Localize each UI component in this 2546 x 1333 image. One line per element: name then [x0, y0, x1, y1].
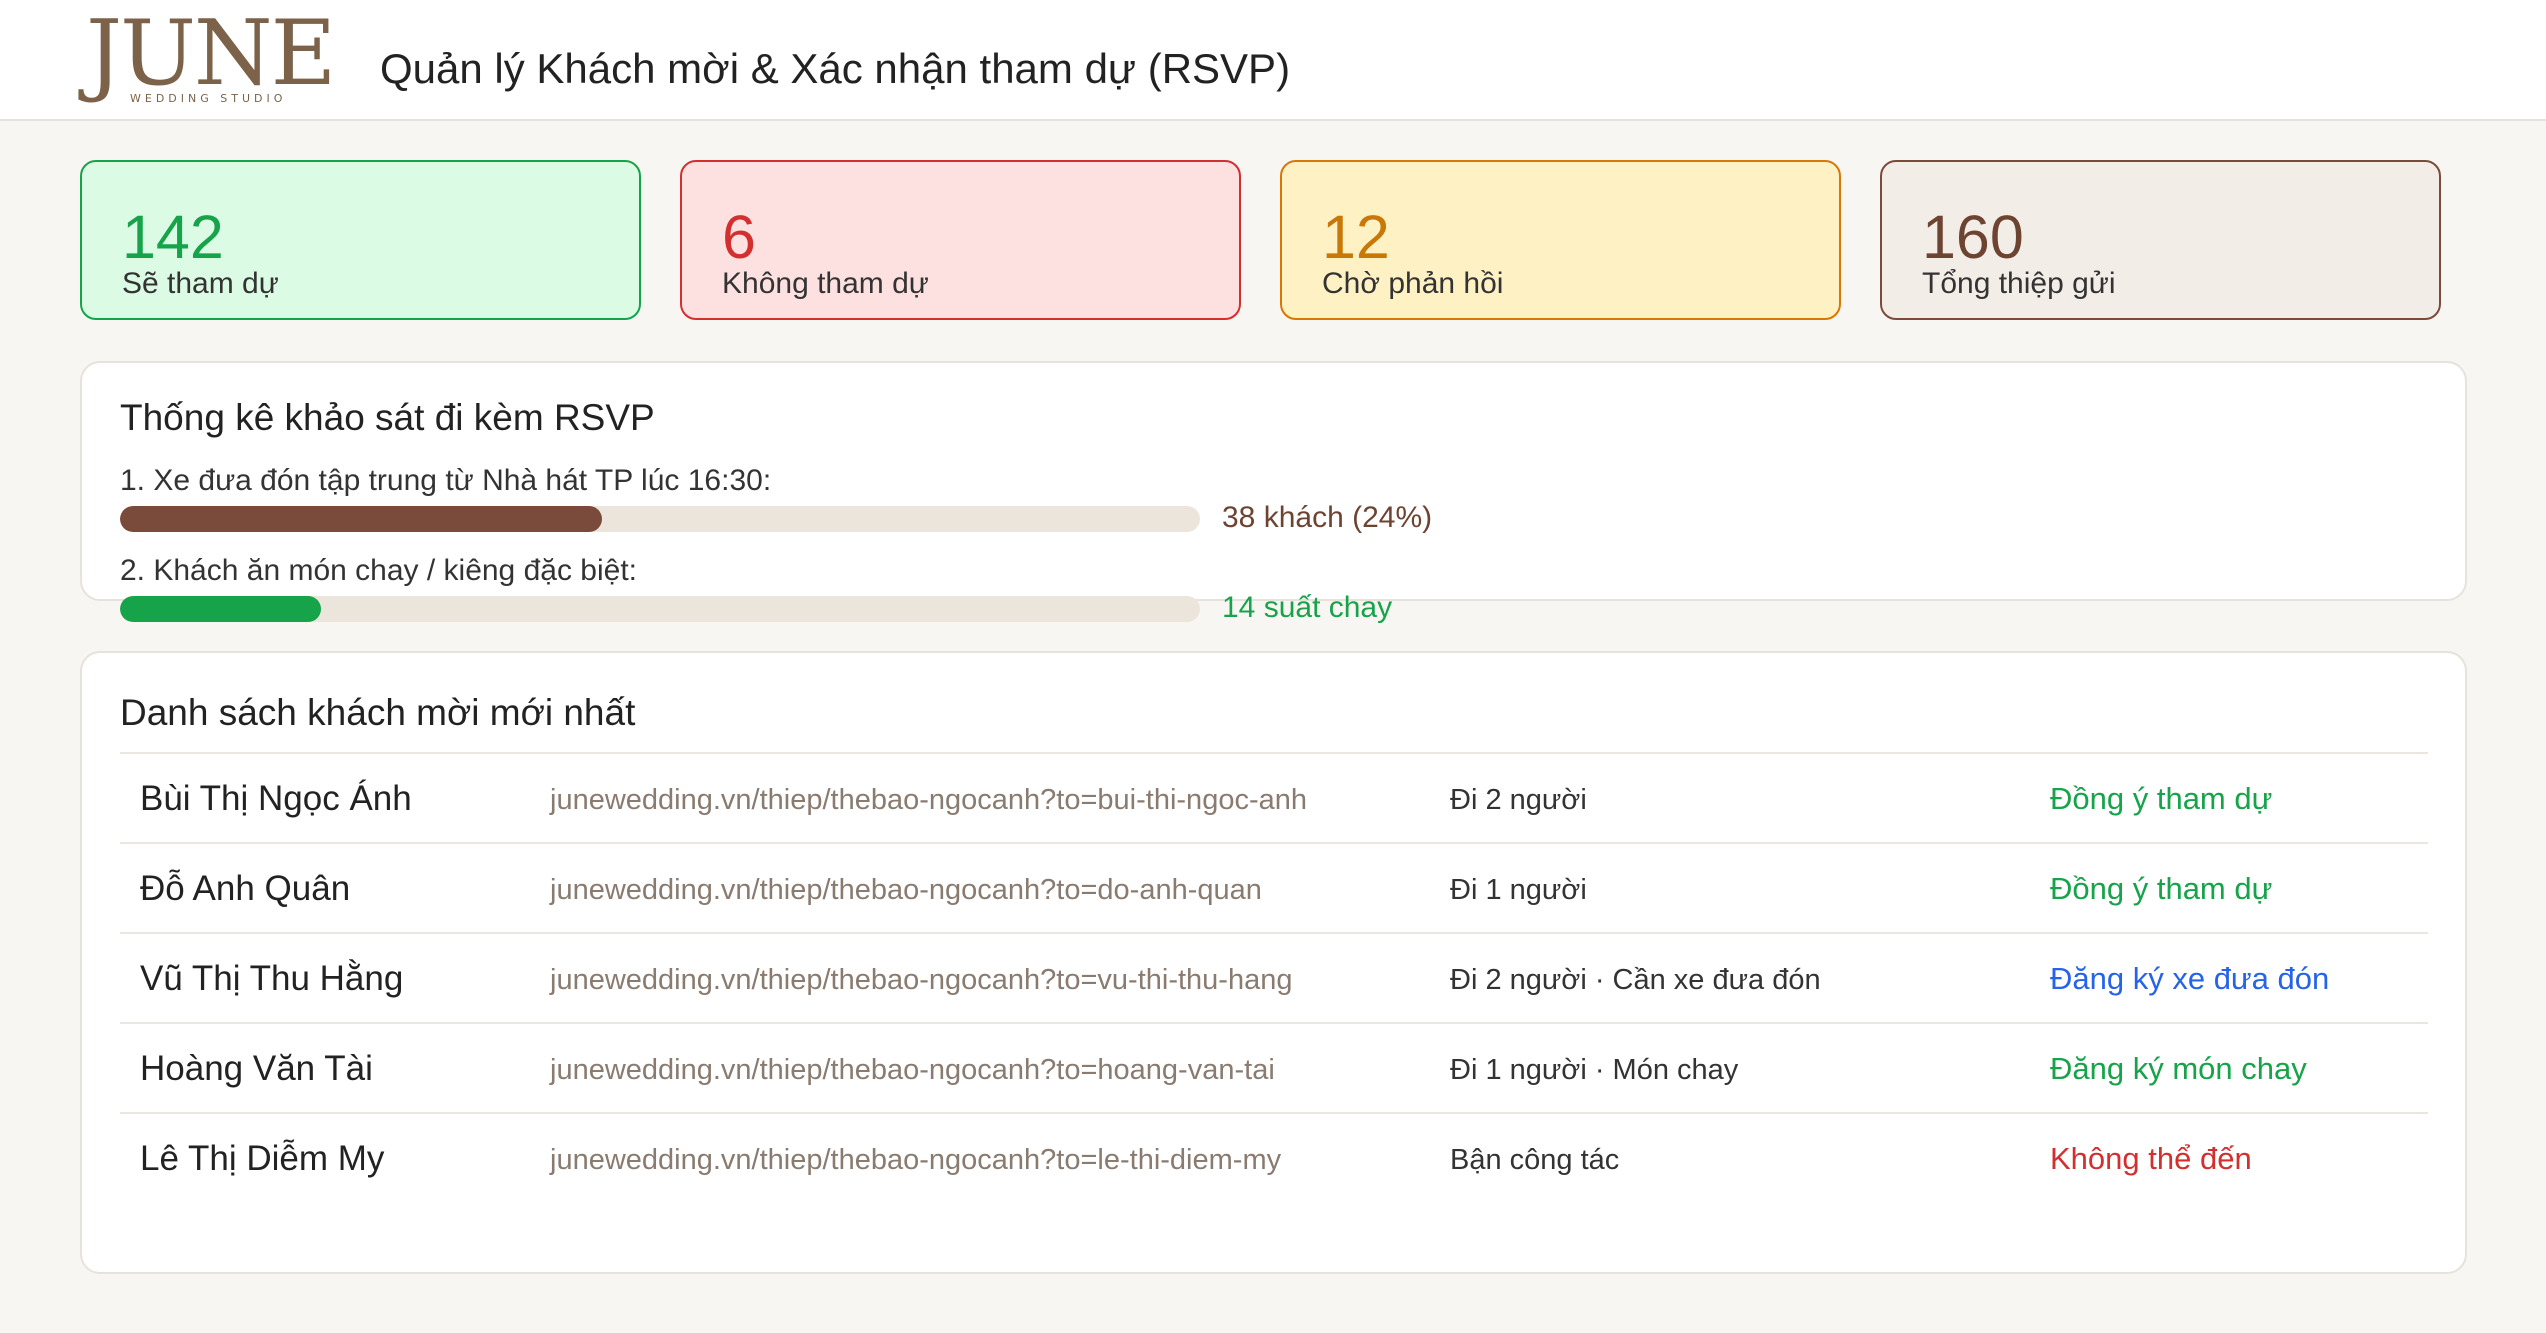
stat-card-declined[interactable]: 6 Không tham dự: [680, 160, 1241, 320]
stat-card-total-sent[interactable]: 160 Tổng thiệp gửi: [1880, 160, 2441, 320]
rsvp-status: Đồng ý tham dự: [2050, 871, 2273, 906]
guest-note: Đi 2 người: [1450, 784, 1587, 816]
survey-question-vegetarian: 2. Khách ăn món chay / kiêng đặc biệt:: [120, 554, 637, 587]
stat-label: Chờ phản hồi: [1322, 267, 1504, 300]
guest-note: Đi 1 người · Món chay: [1450, 1054, 1739, 1086]
guest-name: Đỗ Anh Quân: [140, 869, 351, 908]
guest-note: Bận công tác: [1450, 1144, 1620, 1176]
shuttle-progress-track: [120, 506, 1200, 532]
guest-list-title: Danh sách khách mời mới nhất: [120, 692, 636, 733]
rsvp-status: Đồng ý tham dự: [2050, 781, 2273, 816]
vegetarian-count: 14 suất chay: [1222, 591, 1393, 624]
app-header: JUNE WEDDING STUDIO Quản lý Khách mời & …: [0, 0, 2546, 121]
stat-value: 6: [722, 203, 756, 271]
table-row[interactable]: Lê Thị Diễm My junewedding.vn/thiep/theb…: [120, 1112, 2428, 1202]
invitation-link[interactable]: junewedding.vn/thiep/thebao-ngocanh?to=v…: [550, 962, 1292, 998]
invitation-link[interactable]: junewedding.vn/thiep/thebao-ngocanh?to=h…: [550, 1052, 1275, 1088]
stat-value: 12: [1322, 203, 1390, 271]
rsvp-status: Đăng ký xe đưa đón: [2050, 961, 2330, 996]
invitation-link[interactable]: junewedding.vn/thiep/thebao-ngocanh?to=b…: [550, 782, 1307, 818]
vegetarian-progress-track: [120, 596, 1200, 622]
guest-name: Hoàng Văn Tài: [140, 1049, 373, 1088]
guest-name: Vũ Thị Thu Hằng: [140, 959, 404, 998]
survey-stats-panel: Thống kê khảo sát đi kèm RSVP 1. Xe đưa …: [80, 361, 2467, 624]
guest-name: Lê Thị Diễm My: [140, 1139, 385, 1178]
guest-name: Bùi Thị Ngọc Ánh: [140, 779, 412, 818]
stat-label: Không tham dự: [722, 267, 929, 300]
stat-card-attending[interactable]: 142 Sẽ tham dự: [80, 160, 641, 320]
stat-value: 160: [1922, 203, 2024, 271]
guest-note: Đi 2 người · Cần xe đưa đón: [1450, 964, 1821, 996]
vegetarian-progress-fill: [120, 596, 321, 622]
rsvp-status: Đăng ký món chay: [2050, 1051, 2307, 1086]
table-row[interactable]: Bùi Thị Ngọc Ánh junewedding.vn/thiep/th…: [120, 752, 2428, 842]
june-logo[interactable]: JUNE WEDDING STUDIO: [86, 1, 336, 106]
logo-wordmark: JUNE: [86, 1, 336, 106]
guest-list-panel: Danh sách khách mời mới nhất Bùi Thị Ngọ…: [80, 651, 2467, 1274]
shuttle-count: 38 khách (24%): [1222, 501, 1433, 534]
logo-subtext: WEDDING STUDIO: [130, 92, 287, 105]
guest-note: Đi 1 người: [1450, 874, 1587, 906]
stat-label: Sẽ tham dự: [122, 267, 279, 300]
survey-question-shuttle: 1. Xe đưa đón tập trung từ Nhà hát TP lú…: [120, 464, 772, 497]
table-row[interactable]: Đỗ Anh Quân junewedding.vn/thiep/thebao-…: [120, 842, 2428, 932]
page-title: Quản lý Khách mời & Xác nhận tham dự (RS…: [380, 45, 1291, 92]
rsvp-status: Không thể đến: [2050, 1141, 2252, 1176]
shuttle-progress-fill: [120, 506, 602, 532]
table-row[interactable]: Vũ Thị Thu Hằng junewedding.vn/thiep/the…: [120, 932, 2428, 1022]
invitation-link[interactable]: junewedding.vn/thiep/thebao-ngocanh?to=d…: [550, 872, 1262, 908]
stat-label: Tổng thiệp gửi: [1922, 267, 2116, 300]
table-row[interactable]: Hoàng Văn Tài junewedding.vn/thiep/theba…: [120, 1022, 2428, 1112]
survey-title: Thống kê khảo sát đi kèm RSVP: [120, 397, 655, 438]
stat-card-pending[interactable]: 12 Chờ phản hồi: [1280, 160, 1841, 320]
invitation-link[interactable]: junewedding.vn/thiep/thebao-ngocanh?to=l…: [550, 1142, 1281, 1178]
stat-value: 142: [122, 203, 224, 271]
